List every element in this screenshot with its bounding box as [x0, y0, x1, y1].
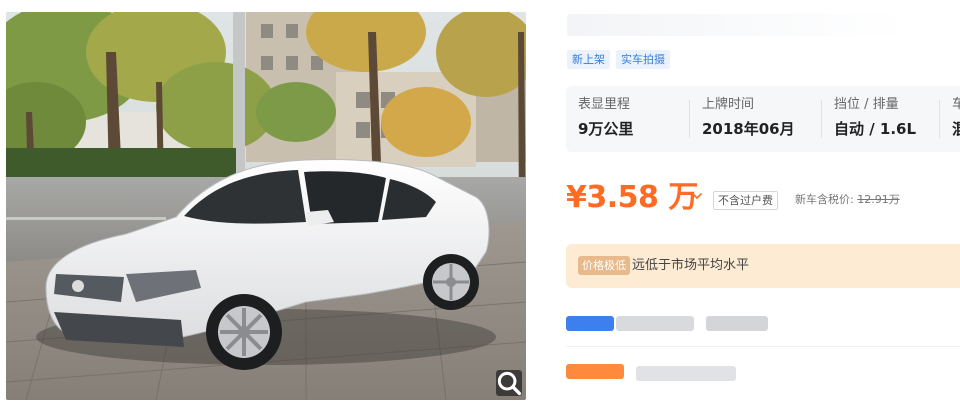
spec-label: 挡位 / 排量 [834, 97, 899, 112]
new-car-price-label: 新车含税价: [795, 193, 854, 206]
spec-label: 上牌时间 [702, 97, 755, 112]
search-icon [497, 371, 522, 396]
blurred-title-placeholder [567, 14, 907, 36]
spec-label: 车 [952, 97, 960, 112]
spec-label: 表显里程 [578, 97, 631, 112]
spec-registration-date: 上牌时间 2018年06月 [702, 96, 795, 139]
spec-value: 混 [952, 120, 960, 138]
price-value: ¥3.58 万 [566, 180, 698, 215]
new-car-price: 新车含税价: 12.91万 [795, 192, 900, 208]
blurred-text [706, 316, 768, 331]
blurred-badge [566, 364, 624, 379]
tag-list: 新上架 实车拍摄 [567, 50, 670, 69]
tag-real-photo: 实车拍摄 [616, 50, 670, 69]
chevron-down-icon[interactable] [690, 189, 704, 203]
car-photo-illustration [6, 12, 526, 400]
price-evaluation-text: 远低于市场平均水平 [632, 258, 750, 273]
spec-value: 自动 / 1.6L [834, 120, 917, 138]
spec-divider [939, 100, 940, 138]
spec-extra: 车 混 [952, 96, 960, 139]
price-evaluation-bar[interactable]: 价格极低 远低于市场平均水平 [566, 244, 960, 288]
row-divider [566, 346, 960, 347]
blurred-text [636, 366, 736, 381]
blurred-text [616, 316, 694, 331]
spec-value: 9万公里 [578, 120, 634, 138]
blurred-badge [566, 316, 614, 331]
spec-value: 2018年06月 [702, 120, 795, 138]
spec-gearbox-displacement: 挡位 / 排量 自动 / 1.6L [834, 96, 916, 139]
price-evaluation-badge: 价格极低 [578, 256, 630, 275]
spec-divider [821, 100, 822, 138]
car-photo[interactable] [6, 12, 526, 400]
price-row: ¥3.58 万 不含过户费 新车含税价: 12.91万 [566, 178, 960, 222]
transfer-fee-badge: 不含过户费 [713, 191, 778, 210]
spec-panel: 表显里程 9万公里 上牌时间 2018年06月 挡位 / 排量 自动 / 1.6… [566, 86, 960, 152]
new-car-price-value: 12.91万 [857, 193, 900, 206]
tag-new-listing: 新上架 [567, 50, 610, 69]
zoom-button[interactable] [496, 370, 522, 396]
spec-divider [689, 100, 690, 138]
spec-mileage: 表显里程 9万公里 [578, 96, 633, 139]
